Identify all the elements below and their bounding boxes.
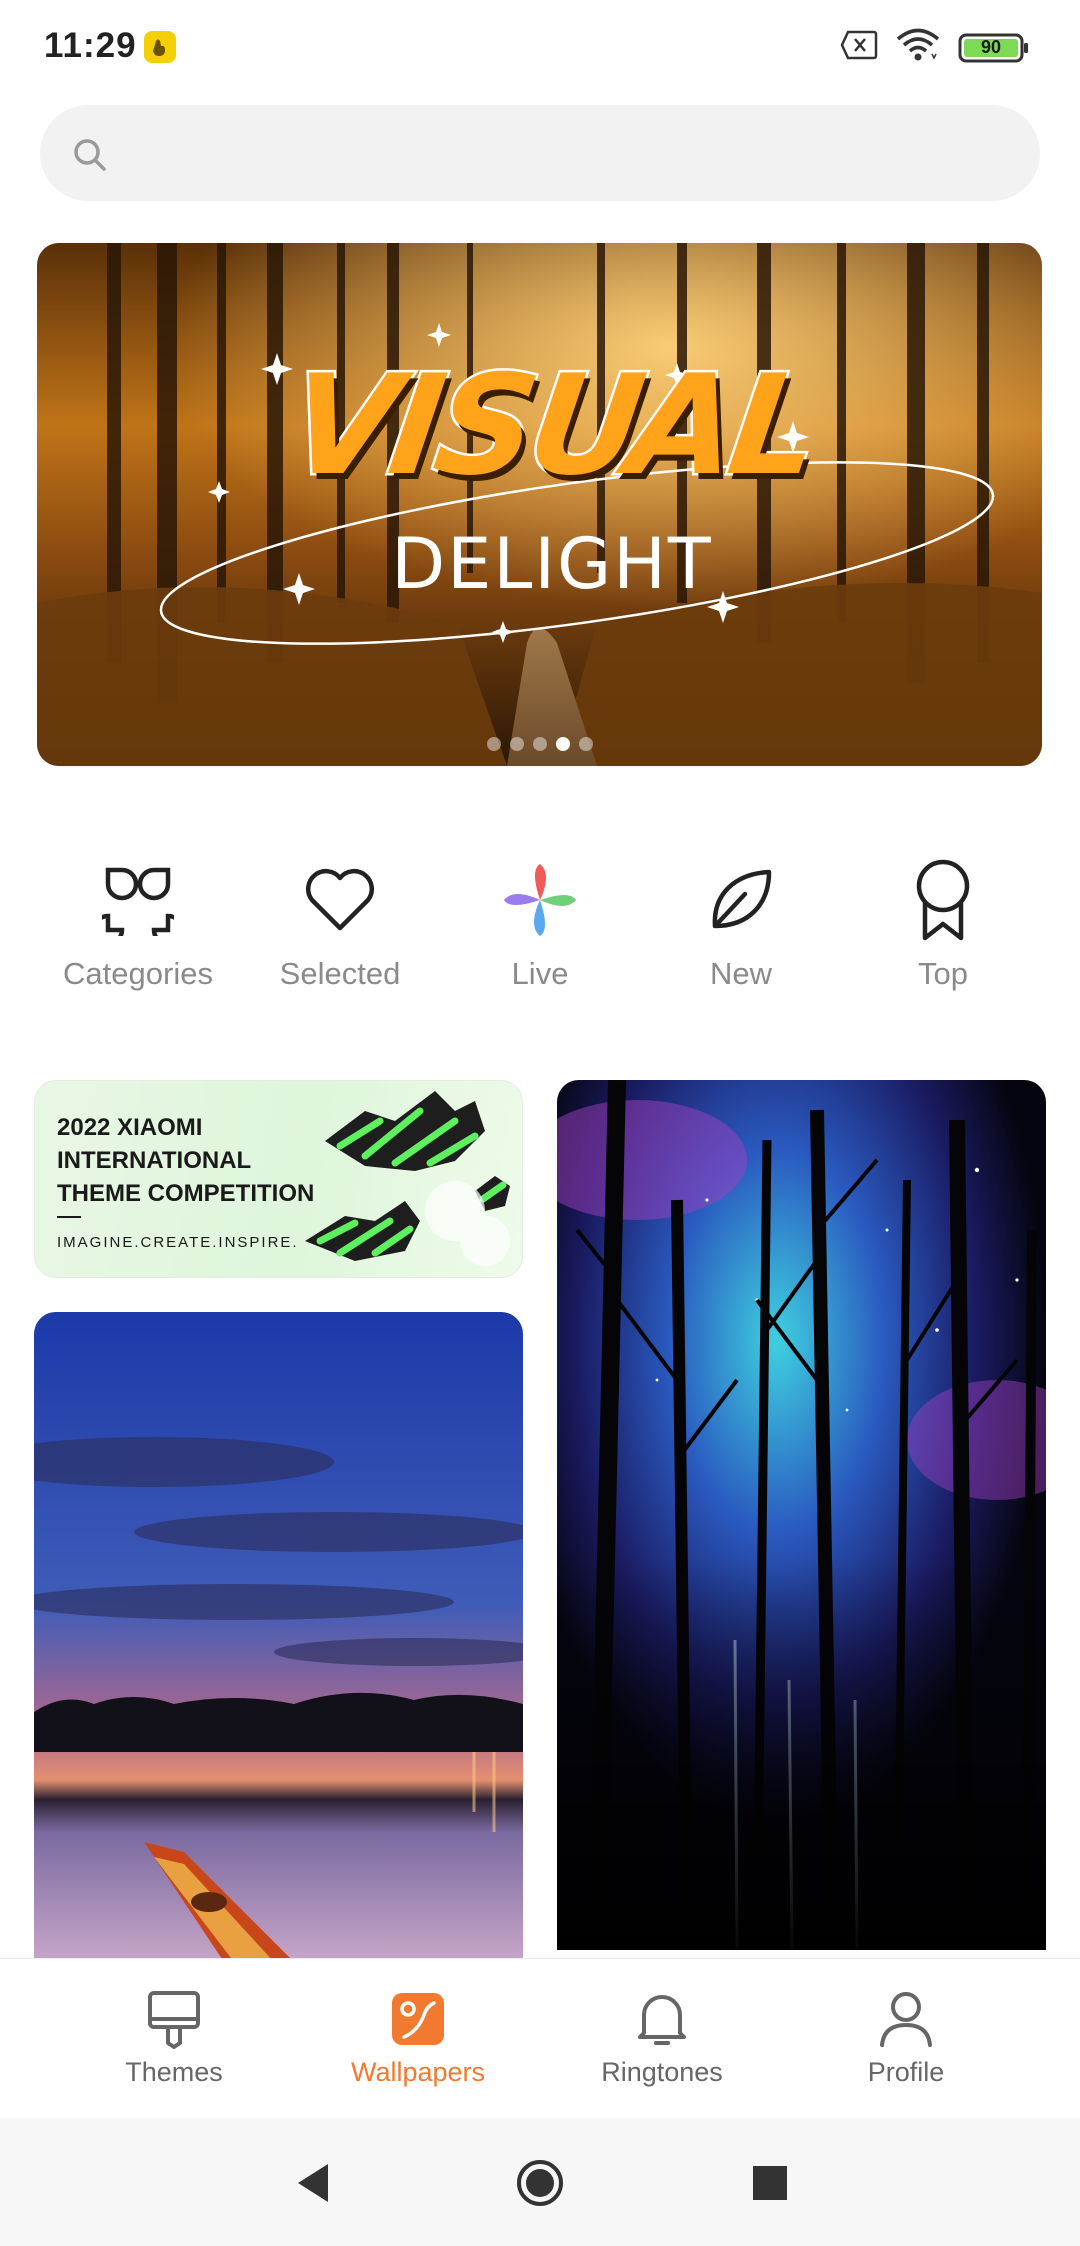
category-label: New <box>709 956 772 991</box>
competition-title-line: THEME COMPETITION <box>57 1180 315 1207</box>
category-selected[interactable]: Selected <box>240 858 440 992</box>
pagination-dot-active[interactable] <box>555 737 570 751</box>
banner-pagination <box>486 737 593 751</box>
system-navigation-bar <box>0 2118 1080 2246</box>
banner-title: VISUAL <box>277 343 827 509</box>
nav-label: Ringtones <box>601 2057 723 2087</box>
competition-title: 2022 XIAOMI INTERNATIONAL THEME COMPETIT… <box>57 1111 314 1210</box>
brush-icon <box>144 1989 204 2049</box>
pinwheel-icon <box>498 858 582 942</box>
divider <box>57 1216 81 1218</box>
status-time: 11:29 <box>44 26 137 65</box>
nav-wallpapers[interactable]: Wallpapers <box>308 1989 528 2088</box>
category-top[interactable]: Top <box>843 858 1043 992</box>
nav-label: Profile <box>867 2057 945 2087</box>
search-input[interactable] <box>40 105 1040 201</box>
nav-themes[interactable]: Themes <box>64 1989 284 2088</box>
award-icon <box>901 858 985 942</box>
pagination-dot[interactable] <box>509 737 524 751</box>
wallpaper-tile-lake[interactable] <box>34 1312 523 1962</box>
pagination-dot[interactable] <box>578 737 593 751</box>
battery-level: 90 <box>980 36 1002 57</box>
category-label: Top <box>918 956 968 991</box>
recents-icon[interactable] <box>745 2158 795 2208</box>
category-label: Selected <box>279 956 401 991</box>
nav-ringtones[interactable]: Ringtones <box>552 1989 772 2088</box>
wallpaper-tile-forest[interactable] <box>557 1080 1046 1950</box>
competition-tagline: IMAGINE.CREATE.INSPIRE. <box>57 1234 299 1251</box>
sim-off-icon <box>840 30 878 65</box>
wifi-icon <box>896 28 940 67</box>
search-icon <box>70 135 110 175</box>
competition-card[interactable]: 2022 XIAOMI INTERNATIONAL THEME COMPETIT… <box>34 1080 523 1278</box>
bottom-navigation: Themes Wallpapers Ringtones Profile <box>0 1958 1080 2118</box>
category-live[interactable]: Live <box>440 858 640 992</box>
category-label: Live <box>511 956 569 991</box>
category-label: Categories <box>63 956 213 991</box>
heart-icon <box>298 858 382 942</box>
back-icon[interactable] <box>290 2158 340 2208</box>
competition-title-line: 2022 XIAOMI <box>57 1114 203 1141</box>
nav-label: Wallpapers <box>350 2057 486 2087</box>
pagination-dot[interactable] <box>532 737 547 751</box>
wallpaper-icon <box>388 1989 448 2049</box>
wallpaper-thumbnail <box>34 1312 523 1962</box>
home-icon[interactable] <box>515 2158 565 2208</box>
person-icon <box>876 1989 936 2049</box>
category-new[interactable]: New <box>641 858 841 992</box>
wallpaper-thumbnail <box>557 1080 1046 1950</box>
leaf-icon <box>699 858 783 942</box>
competition-title-line: INTERNATIONAL <box>57 1147 252 1174</box>
nav-profile[interactable]: Profile <box>796 1989 1016 2088</box>
banner-subtitle: DELIGHT <box>391 523 713 605</box>
featured-banner[interactable]: VISUAL DELIGHT <box>37 243 1042 766</box>
status-bar: 11:29 90 <box>0 0 1080 96</box>
category-row: Categories Selected Live New Top <box>0 858 1080 998</box>
battery-icon: 90 <box>958 32 1030 64</box>
nav-label: Themes <box>125 2057 223 2087</box>
pagination-dot[interactable] <box>486 737 501 751</box>
bell-icon <box>632 1989 692 2049</box>
category-categories[interactable]: Categories <box>38 858 238 992</box>
grid-icon <box>96 858 180 942</box>
notification-app-icon <box>144 31 176 63</box>
